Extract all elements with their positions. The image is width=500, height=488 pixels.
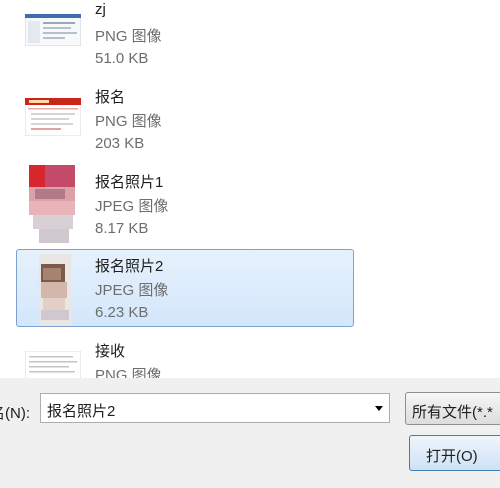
blurred-photo-thumbnail-icon [25,254,81,326]
file-item[interactable]: zj PNG 图像 51.0 KB [16,0,354,72]
file-item-selected[interactable]: 报名照片2 JPEG 图像 6.23 KB [16,249,354,327]
document-thumbnail-icon [25,351,81,378]
blurred-photo-thumbnail-icon [25,165,81,243]
file-type: JPEG 图像 [95,198,169,215]
file-size: 203 KB [95,135,145,152]
file-type-filter-label: 所有文件(*.* [412,404,493,421]
file-name: 报名照片1 [95,174,164,191]
file-size: 6.23 KB [95,304,149,321]
filename-input[interactable]: 报名照片2 [40,393,390,423]
file-type: PNG 图像 [95,367,162,378]
file-name: zj [95,1,106,18]
open-button[interactable]: 打开(O) [409,435,500,471]
file-item[interactable]: 报名 PNG 图像 203 KB [16,79,354,157]
webpage-thumbnail-icon [25,98,81,136]
file-name: 报名照片2 [95,258,164,275]
file-item[interactable]: 接收 PNG 图像 [16,334,354,378]
file-type: PNG 图像 [95,28,162,45]
file-list: zj PNG 图像 51.0 KB 报名 PNG 图像 203 KB 报名照片1… [0,0,500,378]
dialog-footer: 名(N): 报名照片2 所有文件(*.* 打开(O) [0,378,500,488]
file-type: JPEG 图像 [95,282,169,299]
file-size: 51.0 KB [95,50,149,67]
file-name: 报名 [95,89,126,106]
file-type: PNG 图像 [95,113,162,130]
filename-value: 报名照片2 [47,403,116,420]
dropdown-arrow-icon[interactable] [375,406,383,411]
open-button-label: 打开(O) [426,448,478,465]
file-name: 接收 [95,343,126,360]
file-type-filter[interactable]: 所有文件(*.* [405,392,500,425]
file-size: 8.17 KB [95,220,149,237]
screenshot-thumbnail-icon [25,14,81,46]
filename-label: 名(N): [0,405,30,422]
file-item[interactable]: 报名照片1 JPEG 图像 8.17 KB [16,164,354,243]
